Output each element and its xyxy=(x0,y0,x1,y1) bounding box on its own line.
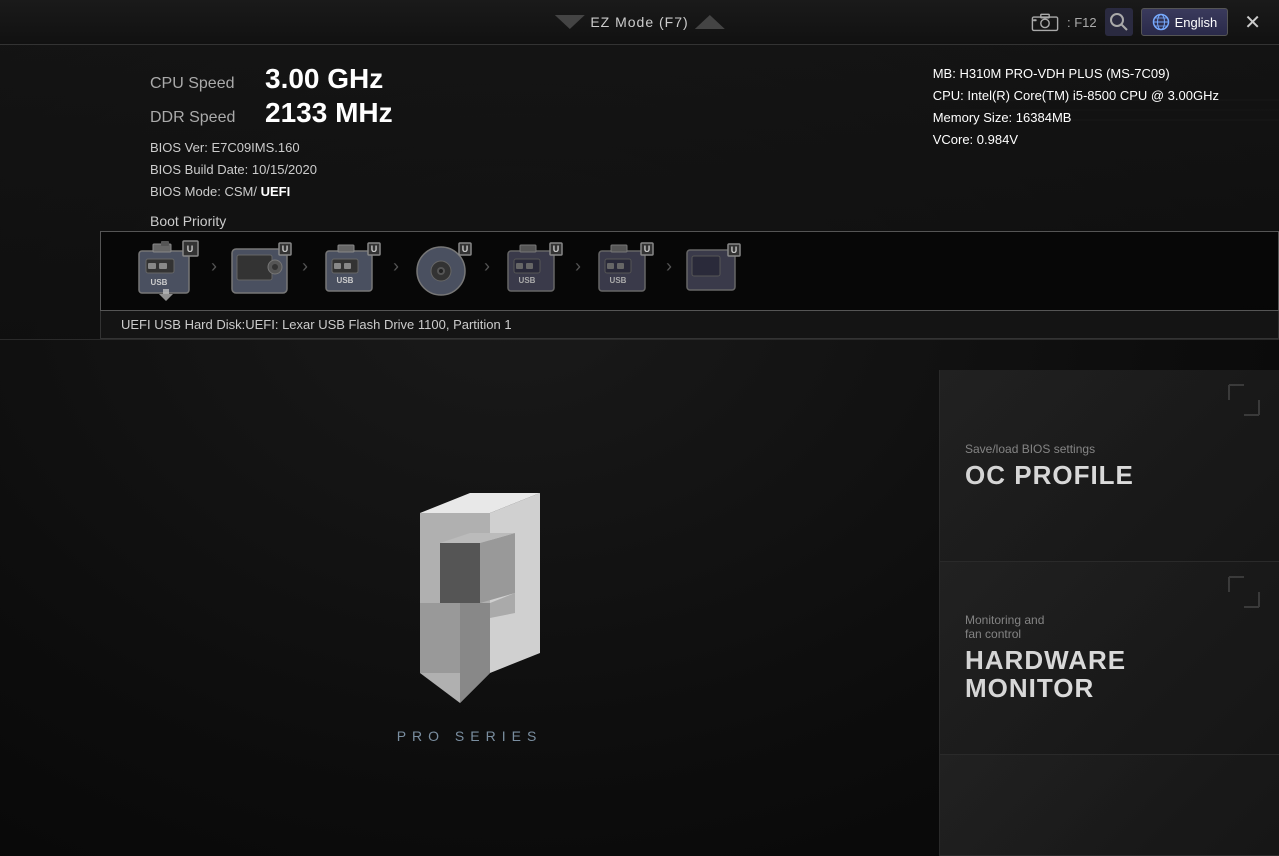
arrow-4: › xyxy=(484,256,490,277)
memory-label: Memory Size: xyxy=(933,110,1012,125)
globe-icon xyxy=(1152,13,1170,31)
top-bar-right: : F12 English ✕ xyxy=(1031,8,1269,37)
bios-mode-label: BIOS Mode: xyxy=(150,184,221,199)
arrow-3: › xyxy=(393,256,399,277)
hw-monitor-subtitle: Monitoring and fan control xyxy=(965,613,1254,641)
bios-info: BIOS Ver: E7C09IMS.160 BIOS Build Date: … xyxy=(150,137,393,203)
svg-text:U: U xyxy=(371,244,378,254)
ddr-speed-label: DDR Speed xyxy=(150,109,250,127)
search-icon[interactable] xyxy=(1105,8,1133,36)
boot-label-text: UEFI USB Hard Disk:UEFI: Lexar USB Flash… xyxy=(121,317,512,332)
bios-mode-uefi: UEFI xyxy=(261,184,291,199)
top-bar: EZ Mode (F7) : F12 xyxy=(0,0,1279,45)
bios-build-line: BIOS Build Date: 10/15/2020 xyxy=(150,159,393,181)
boot-device-4[interactable]: U xyxy=(409,241,474,301)
ddr-speed-value: 2133 MHz xyxy=(265,97,393,129)
logo-area: PRO SERIES xyxy=(0,370,939,856)
hw-monitor-title: HARDWAREMONITOR xyxy=(965,646,1254,703)
svg-text:USB: USB xyxy=(337,276,354,285)
cpu-value: Intel(R) Core(TM) i5-8500 CPU @ 3.00GHz xyxy=(967,88,1219,103)
boot-device-5[interactable]: USB U xyxy=(500,241,565,301)
cd-icon: U xyxy=(409,241,474,301)
svg-text:U: U xyxy=(553,244,560,254)
usb-icon-4: USB U xyxy=(591,241,656,301)
mb-line: MB: H310M PRO-VDH PLUS (MS-7C09) xyxy=(933,63,1219,85)
mb-value: H310M PRO-VDH PLUS (MS-7C09) xyxy=(959,66,1169,81)
arrow-6: › xyxy=(666,256,672,277)
cpu-speed-label: CPU Speed xyxy=(150,75,250,93)
notch-icon xyxy=(554,15,584,29)
svg-text:USB: USB xyxy=(519,276,536,285)
cpu-speed-row: CPU Speed 3.00 GHz xyxy=(150,63,393,95)
bottom-half: PRO SERIES Save/load BIOS settings OC PR… xyxy=(0,370,1279,856)
bios-ver-label: BIOS Ver: xyxy=(150,140,208,155)
left-info: CPU Speed 3.00 GHz DDR Speed 2133 MHz BI… xyxy=(150,63,393,203)
third-panel-item[interactable] xyxy=(940,755,1279,856)
svg-text:U: U xyxy=(187,244,194,254)
oc-profile-button[interactable]: Save/load BIOS settings OC PROFILE xyxy=(940,370,1279,562)
right-panel: Save/load BIOS settings OC PROFILE Monit… xyxy=(939,370,1279,856)
pro-series-label: PRO SERIES xyxy=(397,728,543,744)
system-info-panel: CPU Speed 3.00 GHz DDR Speed 2133 MHz BI… xyxy=(0,45,1279,340)
boot-priority-text: Boot Priority xyxy=(150,213,226,229)
svg-text:USB: USB xyxy=(610,276,627,285)
arrow-1: › xyxy=(211,256,217,277)
language-label: English xyxy=(1175,15,1218,30)
usb-icon-3: USB U xyxy=(500,241,565,301)
vcore-value: 0.984V xyxy=(977,132,1018,147)
usb-drive-icon-1: USB U xyxy=(131,239,201,304)
right-info: MB: H310M PRO-VDH PLUS (MS-7C09) CPU: In… xyxy=(933,63,1219,151)
ez-mode-label[interactable]: EZ Mode (F7) xyxy=(590,14,688,30)
usb-icon-2: USB U xyxy=(318,241,383,301)
arrow-2: › xyxy=(302,256,308,277)
boot-device-3[interactable]: USB U xyxy=(318,241,383,301)
hdd-icon-2: U xyxy=(682,242,742,300)
boot-device-7[interactable]: U xyxy=(682,242,742,300)
bios-mode-value: CSM/ xyxy=(224,184,257,199)
bios-ver-line: BIOS Ver: E7C09IMS.160 xyxy=(150,137,393,159)
top-bar-center: EZ Mode (F7) xyxy=(554,14,724,30)
hdd-icon: U xyxy=(227,241,292,301)
screenshot-label: : F12 xyxy=(1067,15,1097,30)
boot-device-6[interactable]: USB U xyxy=(591,241,656,301)
main-content: CPU Speed 3.00 GHz DDR Speed 2133 MHz BI… xyxy=(0,45,1279,856)
msi-p-logo xyxy=(360,483,580,713)
camera-icon xyxy=(1031,12,1059,32)
bios-ver-value: E7C09IMS.160 xyxy=(211,140,299,155)
close-button[interactable]: ✕ xyxy=(1236,8,1269,37)
oc-profile-subtitle: Save/load BIOS settings xyxy=(965,442,1254,456)
bios-build-value: 10/15/2020 xyxy=(252,162,317,177)
cpu-line: CPU: Intel(R) Core(TM) i5-8500 CPU @ 3.0… xyxy=(933,85,1219,107)
svg-text:USB: USB xyxy=(151,278,168,287)
svg-text:U: U xyxy=(644,244,651,254)
oc-profile-title: OC PROFILE xyxy=(965,461,1254,490)
hw-monitor-button[interactable]: Monitoring and fan control HARDWAREMONIT… xyxy=(940,562,1279,754)
mb-label: MB: xyxy=(933,66,956,81)
corner-decoration-2 xyxy=(1224,572,1264,612)
cpu-label: CPU: xyxy=(933,88,964,103)
boot-device-2[interactable]: U xyxy=(227,241,292,301)
vcore-line: VCore: 0.984V xyxy=(933,129,1219,151)
boot-device-1[interactable]: USB U xyxy=(131,239,201,304)
memory-value: 16384MB xyxy=(1016,110,1072,125)
bios-mode-line: BIOS Mode: CSM/ UEFI xyxy=(150,181,393,203)
arrow-5: › xyxy=(575,256,581,277)
corner-decoration-1 xyxy=(1224,380,1264,420)
cpu-speed-value: 3.00 GHz xyxy=(265,63,383,95)
memory-line: Memory Size: 16384MB xyxy=(933,107,1219,129)
boot-priority-label: Boot Priority xyxy=(150,213,226,231)
svg-text:U: U xyxy=(462,244,469,254)
svg-text:U: U xyxy=(282,244,289,254)
bios-build-label: BIOS Build Date: xyxy=(150,162,248,177)
language-button[interactable]: English xyxy=(1141,8,1229,36)
vcore-label: VCore: xyxy=(933,132,973,147)
notch-icon-right xyxy=(695,15,725,29)
boot-label-row: UEFI USB Hard Disk:UEFI: Lexar USB Flash… xyxy=(100,311,1279,339)
ddr-speed-row: DDR Speed 2133 MHz xyxy=(150,97,393,129)
boot-priority-bar: USB U › U › xyxy=(100,231,1279,311)
svg-text:U: U xyxy=(731,245,738,255)
